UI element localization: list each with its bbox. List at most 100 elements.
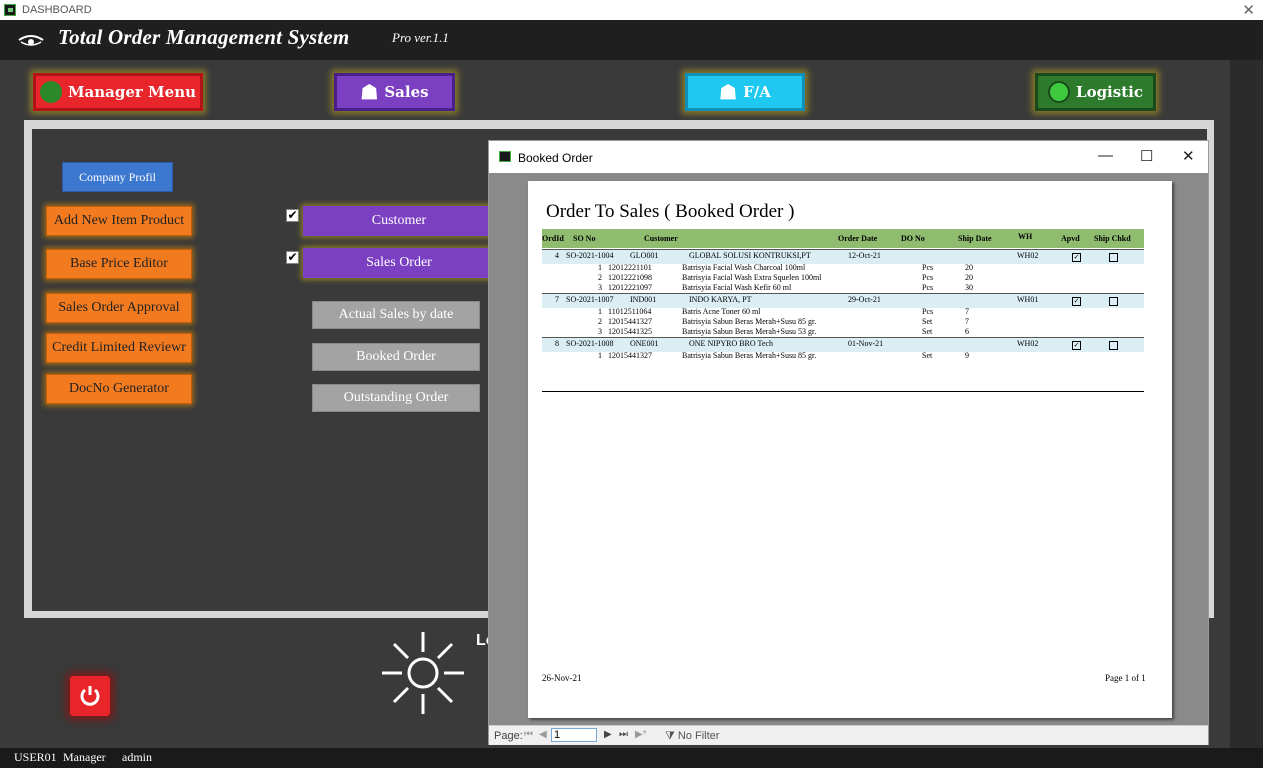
item-code: 12012221101 xyxy=(608,263,652,272)
report-column-header: OrdId SO No Customer Order Date DO No Sh… xyxy=(542,229,1144,248)
item-description: Batrisyia Facial Wash Charcoal 100ml xyxy=(682,263,806,272)
sales-button[interactable]: ☗ Sales xyxy=(334,73,455,111)
header-do-no: DO No xyxy=(901,234,925,243)
dialog-title-bar: Booked Order — ☐ ✕ xyxy=(489,141,1208,173)
report-page: Order To Sales ( Booked Order ) OrdId SO… xyxy=(528,181,1172,718)
item-code: 12012221098 xyxy=(608,273,652,282)
app-icon xyxy=(4,4,16,16)
no-filter-button[interactable]: ⧩ No Filter xyxy=(665,730,719,743)
status-bar: USER01 Manager admin xyxy=(0,748,1263,768)
sales-order-checkbox[interactable]: ✔ xyxy=(286,251,299,264)
prev-page-icon[interactable]: ◀ xyxy=(539,729,547,740)
sales-order-button[interactable]: Sales Order xyxy=(303,248,495,278)
approved-checkbox[interactable]: ✓ xyxy=(1072,297,1081,306)
quantity: 20 xyxy=(965,263,973,272)
order-line-row: 3 12015441325 Batrisyia Sabun Beras Merah+… xyxy=(542,327,1144,337)
status-user: USER01 xyxy=(14,750,57,764)
unit: Pcs xyxy=(922,273,934,282)
order-id: 7 xyxy=(555,295,559,304)
header-sono: SO No xyxy=(573,234,596,243)
page-number-input[interactable]: 1 xyxy=(551,728,597,742)
order-line-row: 2 12015441327 Batrisyia Sabun Beras Merah+… xyxy=(542,317,1144,327)
warehouse: WH02 xyxy=(1017,251,1039,260)
item-code: 12015441327 xyxy=(608,351,652,360)
logistic-button[interactable]: Logistic xyxy=(1035,73,1156,111)
next-page-icon[interactable]: ▶ xyxy=(604,729,612,740)
line-number: 2 xyxy=(598,317,602,326)
quantity: 7 xyxy=(965,317,969,326)
credit-limited-review-button[interactable]: Credit Limited Reviewr xyxy=(46,333,192,363)
booked-order-dialog: Booked Order — ☐ ✕ Order To Sales ( Book… xyxy=(488,140,1209,745)
fa-button[interactable]: ☗ F/A xyxy=(685,73,805,111)
customer-name: GLOBAL SOLUSI KONTRUKSI,PT xyxy=(689,251,811,260)
header-wh: WH xyxy=(1018,232,1033,241)
manager-menu-button[interactable]: Manager Menu xyxy=(33,73,203,111)
quantity: 6 xyxy=(965,327,969,336)
customer-name: ONE NIPYRO BRO Tech xyxy=(689,339,773,348)
approved-checkbox[interactable]: ✓ xyxy=(1072,253,1081,262)
add-item-product-button[interactable]: Add New Item Product xyxy=(46,206,192,236)
item-description: Batrisyia Sabun Beras Merah+Susu 53 gr. xyxy=(682,327,817,336)
header-customer: Customer xyxy=(644,234,678,243)
new-record-icon[interactable]: ▶* xyxy=(635,729,647,740)
booked-order-button[interactable]: Booked Order xyxy=(312,343,480,371)
outstanding-order-button[interactable]: Outstanding Order xyxy=(312,384,480,412)
unit: Set xyxy=(922,317,933,326)
line-number: 3 xyxy=(598,283,602,292)
power-button[interactable] xyxy=(70,676,110,716)
report-footer-date: 26-Nov-21 xyxy=(542,673,582,683)
warehouse: WH01 xyxy=(1017,295,1039,304)
quantity: 7 xyxy=(965,307,969,316)
dialog-title: Booked Order xyxy=(518,151,593,165)
sales-order-approval-button[interactable]: Sales Order Approval xyxy=(46,293,192,323)
header-ship-date: Ship Date xyxy=(958,234,992,243)
dialog-app-icon xyxy=(499,151,511,162)
order-line-row: 1 12012221101 Batrisyia Facial Wash Charco… xyxy=(542,263,1144,273)
last-page-icon[interactable]: ⏭ xyxy=(619,729,628,740)
line-number: 1 xyxy=(598,307,602,316)
order-line-row: 3 12012221097 Batrisyia Facial Wash Kefir … xyxy=(542,283,1144,293)
order-date: 01-Nov-21 xyxy=(848,339,884,348)
minimize-icon[interactable]: — xyxy=(1098,147,1113,164)
customer-button[interactable]: Customer xyxy=(303,206,495,236)
ship-checked-checkbox[interactable] xyxy=(1109,253,1118,262)
approved-checkbox[interactable]: ✓ xyxy=(1072,341,1081,350)
close-icon[interactable]: ✕ xyxy=(1182,147,1195,165)
customer-code: GLO001 xyxy=(630,251,659,260)
order-group-row: 7 SO-2021-1007 IND001 INDO KARYA, PT 29-Oct-… xyxy=(542,293,1144,308)
order-id: 8 xyxy=(555,339,559,348)
razer-logo-icon xyxy=(39,81,62,103)
customer-name: INDO KARYA, PT xyxy=(689,295,752,304)
power-icon xyxy=(80,686,100,706)
ship-checked-checkbox[interactable] xyxy=(1109,297,1118,306)
base-price-editor-button[interactable]: Base Price Editor xyxy=(46,249,192,279)
app-version: Pro ver.1.1 xyxy=(392,30,449,45)
unit: Pcs xyxy=(922,263,934,272)
header-ordid: OrdId xyxy=(542,234,564,243)
order-line-row: 1 11012511064 Batris Acne Toner 60 ml Pcs 7 xyxy=(542,307,1144,317)
window-title: DASHBOARD xyxy=(22,4,92,16)
ship-checked-checkbox[interactable] xyxy=(1109,341,1118,350)
item-description: Batrisyia Facial Wash Kefir 60 ml xyxy=(682,283,792,292)
order-id: 4 xyxy=(555,251,559,260)
customer-checkbox[interactable]: ✔ xyxy=(286,209,299,222)
docno-generator-button[interactable]: DocNo Generator xyxy=(46,374,192,404)
unit: Set xyxy=(922,351,933,360)
order-line-row: 2 12012221098 Batrisyia Facial Wash Extra … xyxy=(542,273,1144,283)
quantity: 20 xyxy=(965,273,973,282)
maximize-icon[interactable]: ☐ xyxy=(1140,147,1153,165)
order-date: 12-Oct-21 xyxy=(848,251,881,260)
unit: Pcs xyxy=(922,283,934,292)
manager-menu-label: Manager Menu xyxy=(67,83,197,101)
line-number: 2 xyxy=(598,273,602,282)
company-profil-button[interactable]: Company Profil xyxy=(62,162,173,192)
status-role: Manager xyxy=(63,750,106,764)
actual-sales-button[interactable]: Actual Sales by date xyxy=(312,301,480,329)
first-page-icon[interactable]: ⏮ xyxy=(524,729,533,740)
app-title: Total Order Management System xyxy=(58,25,350,49)
report-end-line xyxy=(542,391,1144,392)
so-number: SO-2021-1004 xyxy=(566,251,614,260)
window-close-icon[interactable]: ✕ xyxy=(1242,1,1255,19)
no-filter-label: No Filter xyxy=(677,730,720,742)
header-ship-chkd: Ship Chkd xyxy=(1094,234,1131,243)
